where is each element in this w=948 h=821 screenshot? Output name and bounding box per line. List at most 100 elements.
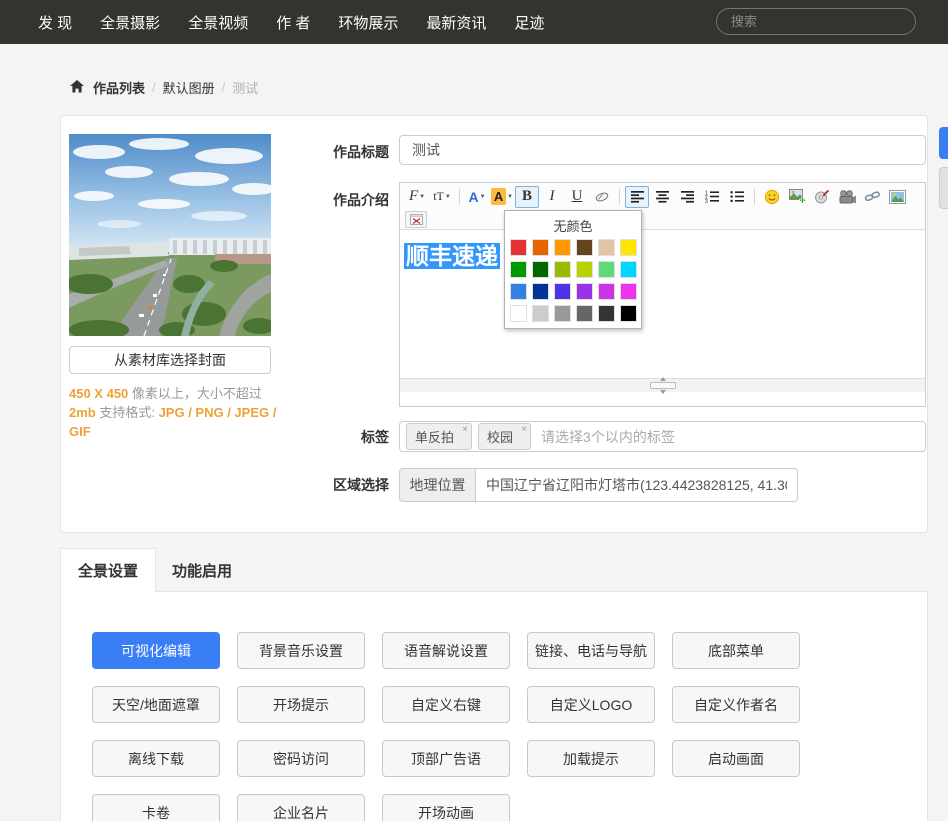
color-swatch[interactable] [554, 239, 571, 256]
color-swatch[interactable] [620, 239, 637, 256]
color-swatch[interactable] [576, 239, 593, 256]
insert-link-icon[interactable] [860, 186, 884, 208]
nav-item-object-show[interactable]: 环物展示 [338, 12, 398, 33]
color-swatch[interactable] [532, 283, 549, 300]
feature-custom-rightclick-button[interactable]: 自定义右键 [382, 686, 510, 723]
color-swatch[interactable] [510, 261, 527, 278]
unordered-list-icon[interactable] [725, 186, 749, 208]
color-swatch[interactable] [620, 261, 637, 278]
cover-hint: 450 X 450 像素以上，大小不超过 2mb 支持格式: JPG / PNG… [69, 384, 283, 441]
breadcrumb-separator: / [152, 80, 156, 95]
nav-item-footprints[interactable]: 足迹 [514, 12, 544, 33]
feature-card-coupon-button[interactable]: 卡卷 [92, 794, 220, 821]
font-size-button[interactable]: tT▼ [430, 186, 454, 208]
breadcrumb-works-list[interactable]: 作品列表 [93, 78, 145, 97]
chevron-down-icon: ▼ [419, 194, 425, 200]
edge-save-button[interactable] [939, 127, 948, 159]
color-swatch[interactable] [554, 283, 571, 300]
toolbar-separator [459, 189, 460, 205]
color-swatch[interactable] [620, 283, 637, 300]
align-center-icon[interactable] [650, 186, 674, 208]
color-swatch[interactable] [510, 283, 527, 300]
chevron-down-icon: ▼ [480, 194, 486, 200]
select-cover-button[interactable]: 从素材库选择封面 [69, 346, 271, 374]
no-color-option[interactable]: 无颜色 [510, 215, 636, 239]
color-swatch[interactable] [532, 261, 549, 278]
image-manager-icon[interactable] [885, 186, 909, 208]
feature-bottom-menu-button[interactable]: 底部菜单 [672, 632, 800, 669]
nav-item-discover[interactable]: 发 现 [38, 12, 72, 33]
color-swatch[interactable] [576, 261, 593, 278]
align-left-icon[interactable] [625, 186, 649, 208]
feature-voice-narration-button[interactable]: 语音解说设置 [382, 632, 510, 669]
insert-video-icon[interactable] [835, 186, 859, 208]
underline-button[interactable]: U [565, 186, 589, 208]
color-swatch[interactable] [576, 305, 593, 322]
remove-tag-icon[interactable]: × [462, 424, 468, 435]
feature-visual-edit-button[interactable]: 可视化编辑 [92, 632, 220, 669]
feature-splash-screen-button[interactable]: 启动画面 [672, 740, 800, 777]
tab-feature-enable[interactable]: 功能启用 [156, 548, 248, 592]
color-swatch[interactable] [554, 261, 571, 278]
chevron-down-icon: ▼ [507, 194, 513, 200]
nav-item-pano-photo[interactable]: 全景摄影 [100, 12, 160, 33]
color-swatch[interactable] [510, 305, 527, 322]
color-swatch[interactable] [576, 283, 593, 300]
breadcrumb-default-album[interactable]: 默认图册 [163, 78, 215, 97]
tags-input[interactable]: 单反拍× 校园× 请选择3个以内的标签 [399, 421, 926, 452]
color-swatch[interactable] [554, 305, 571, 322]
editor-content-area[interactable]: 顺丰速递 [400, 230, 925, 378]
edge-secondary-button[interactable] [939, 167, 948, 209]
color-swatch[interactable] [620, 305, 637, 322]
insert-image-icon[interactable] [785, 186, 809, 208]
feature-row: 可视化编辑 背景音乐设置 语音解说设置 链接、电话与导航 底部菜单 [92, 632, 927, 669]
color-picker-dropdown: 无颜色 [504, 210, 642, 329]
geo-location-input[interactable] [476, 468, 798, 502]
nav-item-pano-video[interactable]: 全景视频 [188, 12, 248, 33]
feature-offline-download-button[interactable]: 离线下载 [92, 740, 220, 777]
align-right-icon[interactable] [675, 186, 699, 208]
hint-text-2: 支持格式: [99, 405, 158, 420]
cover-thumbnail[interactable] [69, 134, 271, 336]
feature-custom-author-button[interactable]: 自定义作者名 [672, 686, 800, 723]
color-swatch[interactable] [532, 305, 549, 322]
nav-item-news[interactable]: 最新资讯 [426, 12, 486, 33]
remove-tag-icon[interactable]: × [521, 424, 527, 435]
color-swatch[interactable] [598, 283, 615, 300]
italic-button[interactable]: I [540, 186, 564, 208]
pano-settings-panel: 可视化编辑 背景音乐设置 语音解说设置 链接、电话与导航 底部菜单 天空/地面遮… [60, 591, 928, 821]
color-swatch[interactable] [598, 305, 615, 322]
color-swatch[interactable] [598, 261, 615, 278]
nav-item-authors[interactable]: 作 者 [276, 12, 310, 33]
feature-opening-animation-button[interactable]: 开场动画 [382, 794, 510, 821]
bold-button[interactable]: B [515, 186, 539, 208]
feature-top-ad-text-button[interactable]: 顶部广告语 [382, 740, 510, 777]
insert-flash-icon[interactable] [810, 186, 834, 208]
hint-size: 450 X 450 [69, 386, 132, 401]
color-swatch[interactable] [598, 239, 615, 256]
feature-sky-ground-mask-button[interactable]: 天空/地面遮罩 [92, 686, 220, 723]
highlight-color-button[interactable]: A▼ [490, 186, 514, 208]
remove-format-eraser-icon[interactable] [590, 186, 614, 208]
feature-business-card-button[interactable]: 企业名片 [237, 794, 365, 821]
fullscreen-icon[interactable] [405, 211, 427, 228]
work-title-input[interactable] [399, 135, 926, 165]
tab-pano-settings[interactable]: 全景设置 [60, 548, 156, 592]
emoticon-icon[interactable] [760, 186, 784, 208]
editor-resize-grip[interactable] [650, 382, 676, 389]
feature-custom-logo-button[interactable]: 自定义LOGO [527, 686, 655, 723]
chevron-down-icon: ▼ [445, 194, 451, 200]
color-swatch[interactable] [510, 239, 527, 256]
feature-opening-tip-button[interactable]: 开场提示 [237, 686, 365, 723]
color-swatch[interactable] [532, 239, 549, 256]
search-input[interactable] [716, 8, 916, 35]
feature-bg-music-button[interactable]: 背景音乐设置 [237, 632, 365, 669]
text-color-button[interactable]: A▼ [465, 186, 489, 208]
ordered-list-icon[interactable]: 123 [700, 186, 724, 208]
feature-link-phone-nav-button[interactable]: 链接、电话与导航 [527, 632, 655, 669]
feature-password-access-button[interactable]: 密码访问 [237, 740, 365, 777]
toolbar-separator [754, 189, 755, 205]
font-family-button[interactable]: F▼ [405, 186, 429, 208]
feature-loading-tip-button[interactable]: 加载提示 [527, 740, 655, 777]
geo-location-button[interactable]: 地理位置 [399, 468, 476, 502]
